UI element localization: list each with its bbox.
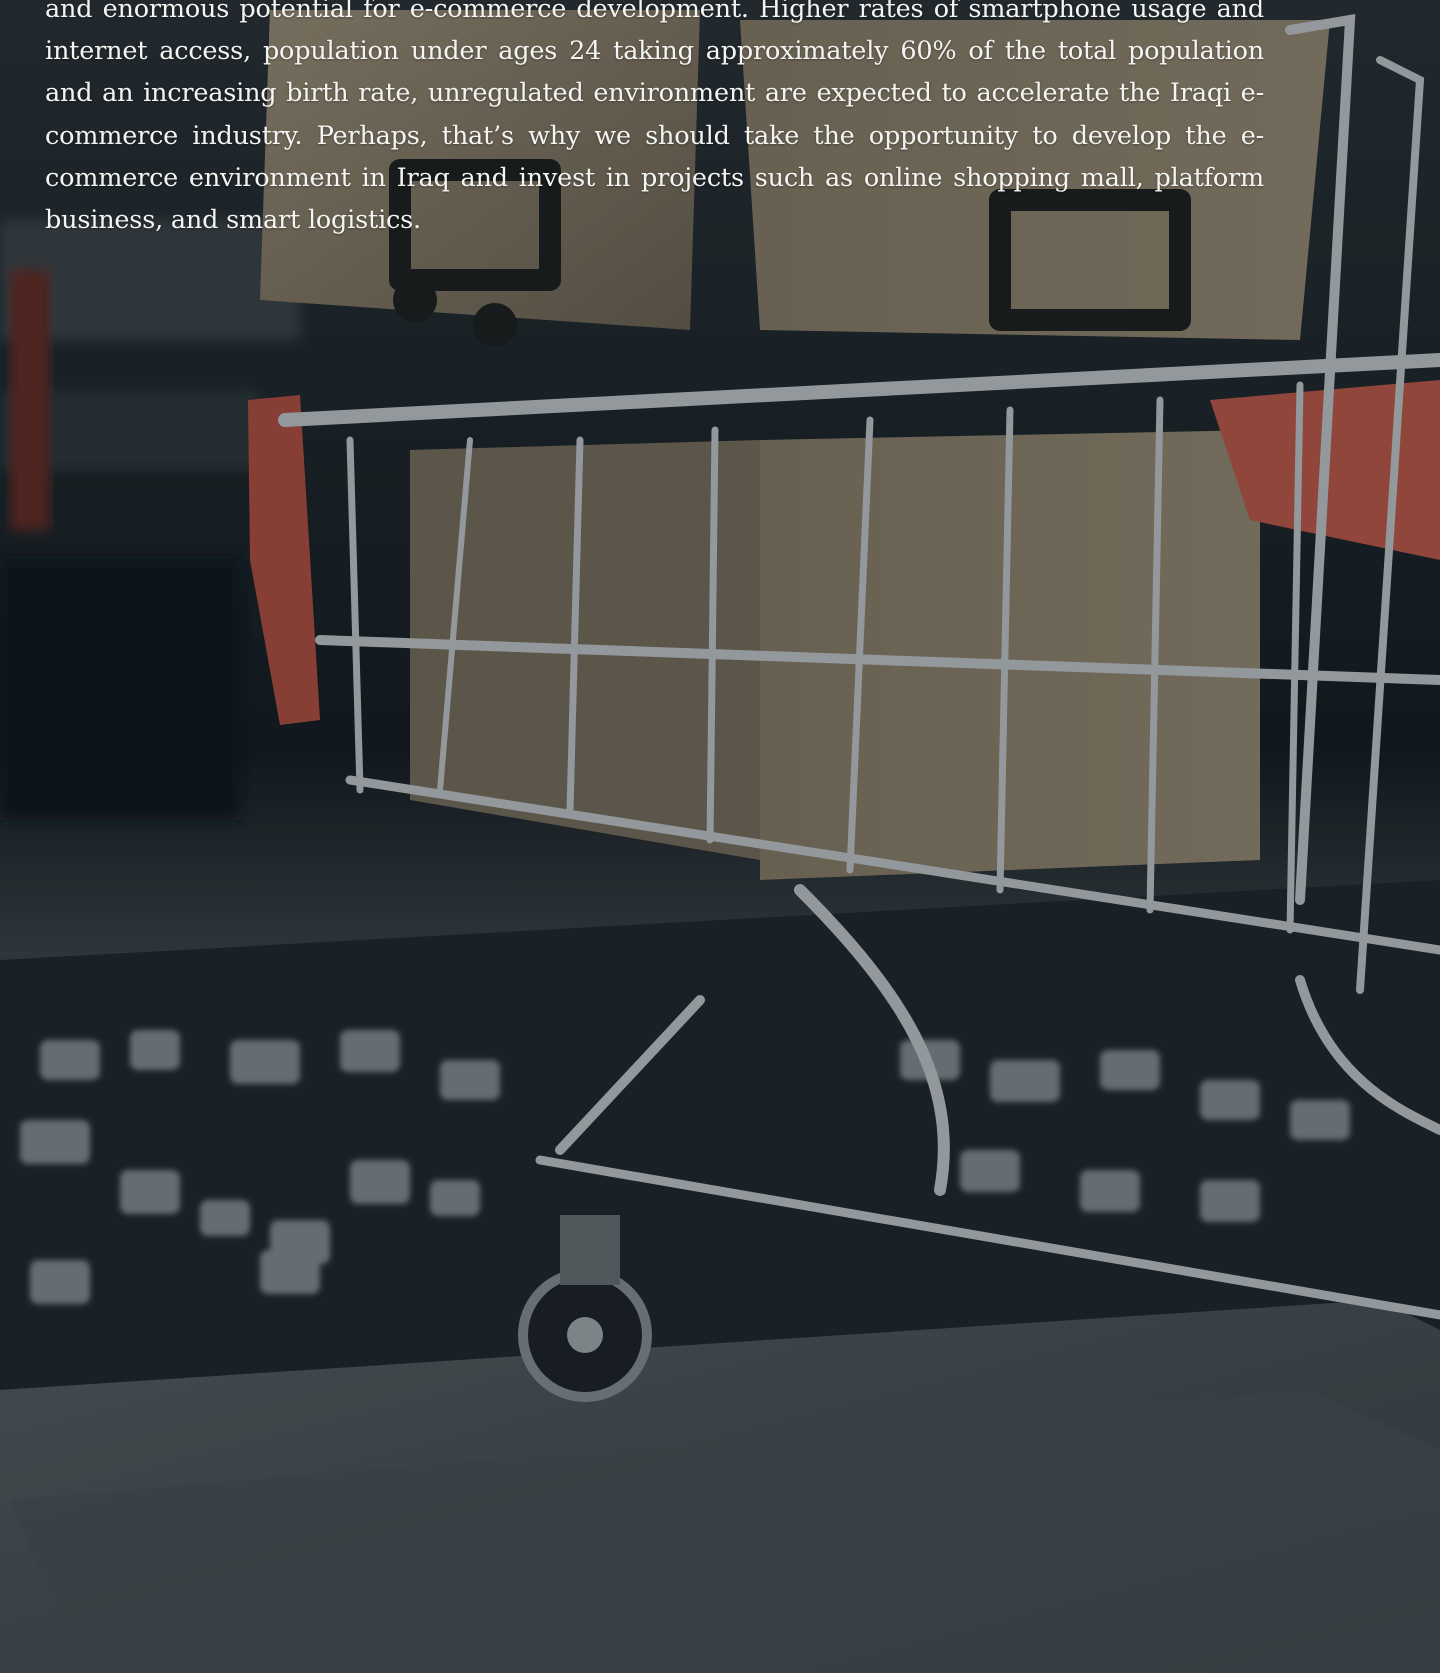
article-paragraph: and enormous potential for e-commerce de… [45,0,1264,236]
hero-section: and enormous potential for e-commerce de… [0,0,1440,1673]
article-text-block: and enormous potential for e-commerce de… [45,0,1264,241]
background-photo [0,0,1440,1673]
